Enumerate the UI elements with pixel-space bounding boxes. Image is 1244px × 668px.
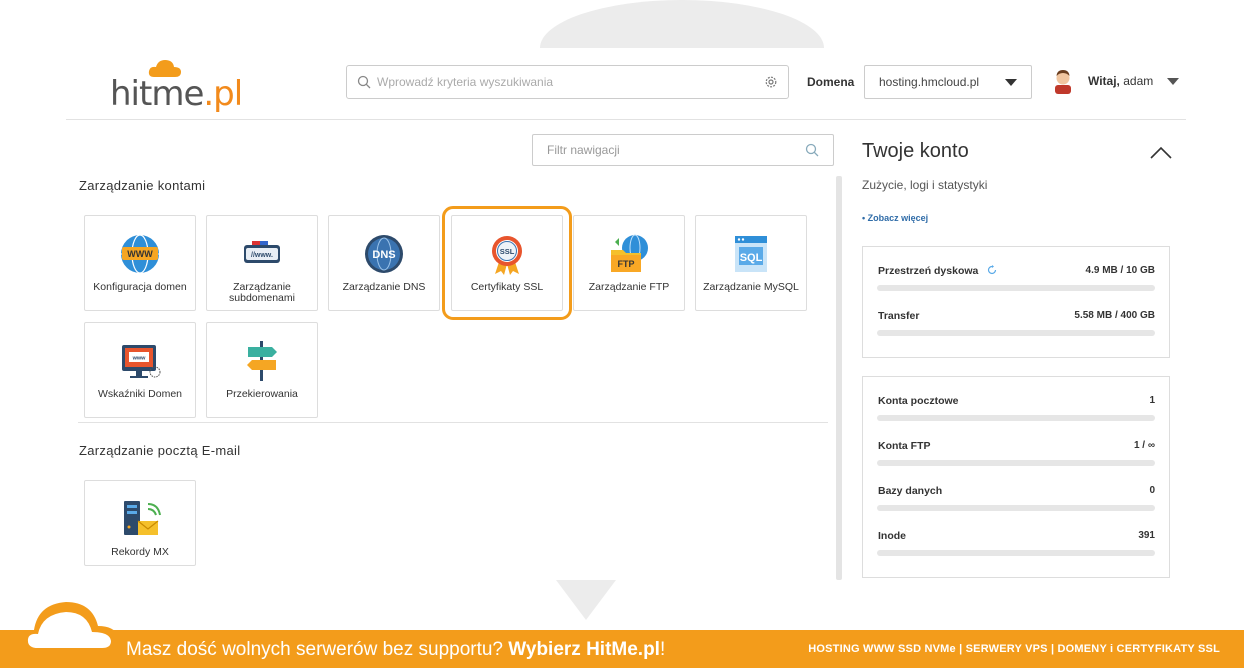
signpost-icon — [240, 339, 284, 383]
account-panel: Twoje konto Zużycie, logi i statystyki •… — [862, 120, 1172, 590]
welcome-text: Witaj, adam — [1088, 74, 1154, 88]
tile-label: Rekordy MX — [111, 546, 169, 558]
domain-select-value: hosting.hmcloud.pl — [879, 75, 980, 89]
account-subtitle: Zużycie, logi i statystyki — [862, 178, 988, 192]
section-title-email: Zarządzanie pocztą E-mail — [79, 443, 241, 458]
tile-domain-indicators[interactable]: www Wskaźniki Domen — [84, 322, 196, 418]
logo-text: hitme.pl — [110, 74, 243, 114]
page: hitme.pl Domena hosting.hmcloud.pl Witaj… — [0, 0, 1244, 668]
nav-filter-input[interactable] — [547, 143, 805, 157]
svg-text:FTP: FTP — [618, 259, 635, 269]
stat-name: Transfer — [878, 310, 920, 322]
stat-disk-space: Przestrzeń dyskowa 4.9 MB / 10 GB — [877, 247, 1155, 292]
tile-ssl-certificates[interactable]: SSL Certyfikaty SSL — [442, 206, 572, 320]
tile-ftp[interactable]: FTP Zarządzanie FTP — [573, 215, 685, 311]
nav-filter[interactable] — [532, 134, 834, 166]
tile-subdomains[interactable]: //www. Zarządzanie subdomenami — [206, 215, 318, 311]
stat-name: Konta FTP — [878, 440, 931, 452]
tile-redirects[interactable]: Przekierowania — [206, 322, 318, 418]
chevron-up-icon[interactable] — [1150, 142, 1172, 164]
svg-text:www: www — [132, 356, 147, 362]
progress-bar — [877, 505, 1155, 511]
user-menu[interactable]: Witaj, adam — [1052, 68, 1180, 94]
ftp-folder-icon: FTP — [607, 232, 651, 276]
ssl-badge-icon: SSL — [485, 232, 529, 276]
stat-transfer: Transfer 5.58 MB / 400 GB — [877, 292, 1155, 337]
tile-label: Zarządzanie subdomenami — [229, 281, 295, 304]
progress-bar — [877, 415, 1155, 421]
stat-value: 1 / ∞ — [1133, 440, 1155, 451]
stat-value: 4.9 MB / 10 GB — [1085, 265, 1155, 276]
tile-dns[interactable]: DNS Zarządzanie DNS — [328, 215, 440, 311]
stat-databases: Bazy danych 0 — [877, 467, 1155, 512]
svg-text:SSL: SSL — [500, 247, 515, 256]
dns-globe-icon: DNS — [362, 232, 406, 276]
progress-bar — [877, 330, 1155, 336]
tile-mx-records[interactable]: Rekordy MX — [84, 480, 196, 566]
mail-server-icon — [118, 497, 162, 541]
cloud-logo-icon — [18, 602, 120, 656]
stat-name: Bazy danych — [878, 485, 943, 497]
subdomain-link-icon: //www. — [240, 232, 284, 276]
domain-select[interactable]: hosting.hmcloud.pl — [864, 65, 1032, 99]
scrollbar[interactable] — [836, 176, 842, 580]
progress-bar — [877, 460, 1155, 466]
tile-label: Konfiguracja domen — [93, 281, 187, 293]
progress-bar — [877, 285, 1155, 291]
tile-label: Wskaźniki Domen — [97, 388, 183, 400]
stat-mail-accounts: Konta pocztowe 1 — [877, 377, 1155, 422]
settings-gear-icon[interactable] — [764, 75, 778, 89]
chevron-down-icon — [1167, 77, 1180, 85]
tile-label: Certyfikaty SSL — [470, 281, 544, 293]
search-input[interactable] — [377, 75, 764, 89]
search-icon — [357, 75, 371, 89]
refresh-icon[interactable] — [987, 265, 997, 275]
stat-value: 1 — [1149, 395, 1155, 406]
tile-label: Zarządzanie DNS — [342, 281, 426, 293]
footer-services: HOSTING WWW SSD NVMe | SERWERY VPS | DOM… — [808, 643, 1220, 655]
stat-value: 5.58 MB / 400 GB — [1074, 310, 1155, 321]
stat-ftp-accounts: Konta FTP 1 / ∞ — [877, 422, 1155, 467]
progress-bar — [877, 550, 1155, 556]
svg-text:WWW: WWW — [127, 249, 153, 259]
chevron-down-icon — [1005, 78, 1017, 86]
monitor-www-icon: www — [118, 339, 162, 383]
avatar — [1055, 70, 1071, 94]
domain-label: Domena — [807, 75, 855, 89]
sql-database-icon: SQL — [729, 232, 773, 276]
stat-name: Inode — [878, 530, 906, 542]
navigation-panel: Zarządzanie kontami WWW Konfiguracja dom… — [66, 120, 836, 580]
search-icon — [805, 143, 819, 157]
svg-text://www.: //www. — [251, 252, 273, 259]
tile-label: Zarządzanie MySQL — [703, 281, 799, 293]
tile-mysql[interactable]: SQL Zarządzanie MySQL — [695, 215, 807, 311]
section-title-accounts: Zarządzanie kontami — [79, 178, 206, 193]
www-globe-icon: WWW — [118, 232, 162, 276]
stat-name: Konta pocztowe — [878, 395, 959, 407]
svg-text:DNS: DNS — [372, 249, 395, 261]
counts-box: Konta pocztowe 1 Konta FTP 1 / ∞ Bazy da… — [862, 376, 1170, 578]
svg-text:SQL: SQL — [740, 252, 763, 264]
stat-value: 0 — [1149, 485, 1155, 496]
tile-domain-config[interactable]: WWW Konfiguracja domen — [84, 215, 196, 311]
footer-slogan: Masz dość wolnych serwerów bez supportu?… — [126, 639, 666, 660]
stat-value: 391 — [1138, 530, 1155, 541]
decorative-arc — [540, 0, 824, 48]
tile-label: Zarządzanie FTP — [588, 281, 670, 293]
section-divider — [78, 422, 828, 423]
account-title: Twoje konto — [862, 140, 969, 162]
decorative-down-arrow — [556, 580, 616, 620]
see-more-link[interactable]: • Zobacz więcej — [862, 213, 928, 223]
tile-label: Przekierowania — [226, 388, 298, 400]
stat-inode: Inode 391 — [877, 512, 1155, 557]
stat-name: Przestrzeń dyskowa — [878, 265, 997, 277]
search-box[interactable] — [346, 65, 789, 99]
logo[interactable]: hitme.pl — [110, 56, 243, 114]
usage-box: Przestrzeń dyskowa 4.9 MB / 10 GB Transf… — [862, 246, 1170, 358]
header: hitme.pl Domena hosting.hmcloud.pl Witaj… — [66, 48, 1186, 120]
